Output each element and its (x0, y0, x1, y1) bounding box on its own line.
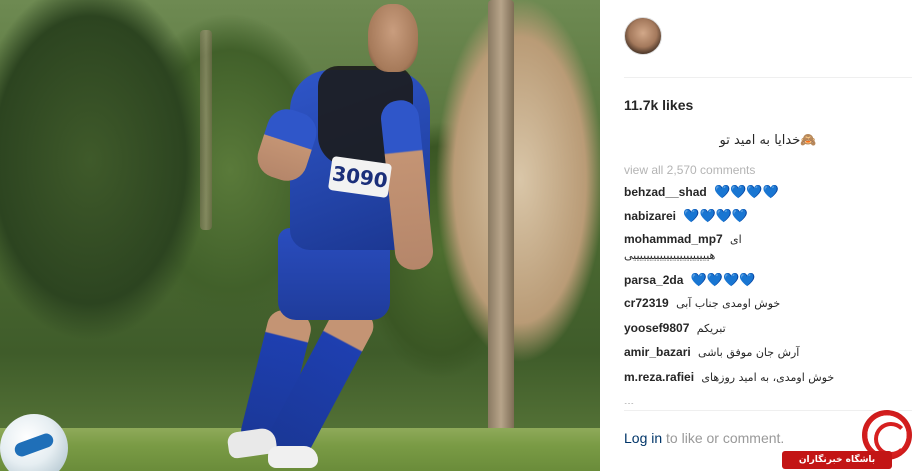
soccer-ball (0, 414, 68, 471)
divider (624, 77, 912, 78)
comment-username[interactable]: parsa_2da (624, 273, 683, 287)
comment-item: m.reza.rafiei خوش اومدی، به امید روزهای (624, 369, 912, 386)
comment-item: parsa_2da 💙💙💙💙 (624, 272, 912, 288)
view-all-comments-link[interactable]: view all 2,570 comments (624, 163, 755, 177)
login-prompt-text: to like or comment. (662, 430, 785, 446)
comment-item: cr72319 خوش اومدی جناب آبی (624, 295, 912, 312)
avatar[interactable] (624, 17, 662, 55)
comment-list: behzad__shad 💙💙💙💙 nabizarei 💙💙💙💙 mohamma… (624, 184, 912, 404)
comment-item: nabizarei 💙💙💙💙 (624, 208, 912, 224)
tree-trunk (200, 30, 212, 230)
post-caption: 🙈خدایا به امید تو (719, 133, 817, 148)
comment-username[interactable]: m.reza.rafiei (624, 370, 694, 384)
comment-item: mohammad_mp7 ای هییییییییییییییییییییییی… (624, 231, 912, 264)
comment-text: آرش جان موفق باشی (698, 346, 800, 359)
comment-username[interactable]: nabizarei (624, 209, 676, 223)
post-photo[interactable]: 3090 (0, 0, 600, 471)
comment-username[interactable]: ... (624, 394, 634, 404)
comment-text: تبریکم (696, 321, 726, 335)
comment-item: yoosef9807 تبریکم (624, 320, 912, 337)
likes-count[interactable]: 11.7k likes (624, 97, 693, 113)
tree-trunk (488, 0, 514, 440)
comment-text: خوش اومدی، به امید روزهای (701, 370, 835, 384)
comment-text: خوش اومدی جناب آبی (676, 297, 781, 310)
watermark-logo: باشگاه خبرنگاران (782, 408, 918, 471)
comment-text-continued: هیییییییییییییییییییییییی (624, 249, 716, 262)
player-head (368, 4, 418, 72)
player-shoe (268, 446, 318, 468)
comment-username[interactable]: cr72319 (624, 296, 669, 310)
comment-item: amir_bazari آرش جان موفق باشی (624, 344, 912, 361)
comment-username[interactable]: yoosef9807 (624, 321, 689, 335)
blue-heart-icon: 💙💙💙💙 (683, 207, 749, 223)
comment-username[interactable]: mohammad_mp7 (624, 232, 723, 246)
login-prompt: Log in to like or comment. (624, 430, 784, 446)
post-side-panel: 11.7k likes 🙈خدایا به امید تو view all 2… (600, 0, 918, 471)
blue-heart-icon: 💙💙💙💙 (714, 184, 779, 199)
comment-item: behzad__shad 💙💙💙💙 (624, 184, 912, 200)
comment-username[interactable]: behzad__shad (624, 185, 707, 199)
comment-username[interactable]: amir_bazari (624, 345, 691, 359)
login-link[interactable]: Log in (624, 430, 662, 446)
comment-text: ای (730, 233, 742, 246)
comment-item: ... (624, 393, 912, 404)
blue-heart-icon: 💙💙💙💙 (690, 271, 756, 287)
watermark-text: باشگاه خبرنگاران (782, 451, 892, 469)
